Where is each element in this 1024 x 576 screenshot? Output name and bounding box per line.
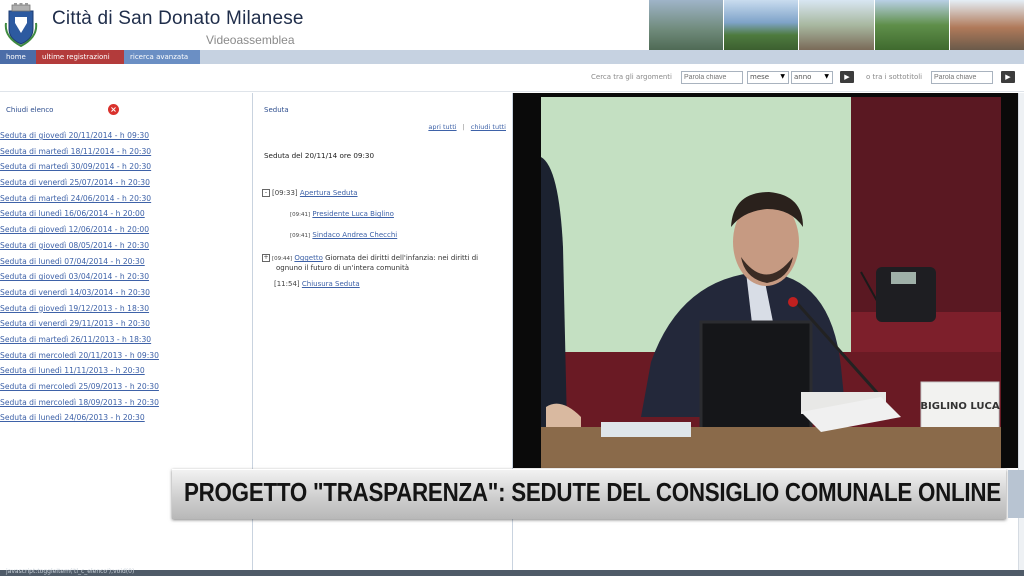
agenda-item: - [09:33] Apertura Seduta <box>262 189 358 197</box>
session-link[interactable]: Seduta di lunedì 16/06/2014 - h 20:00 <box>0 209 250 225</box>
month-select[interactable]: mese ▼ <box>747 71 789 84</box>
session-date: Seduta del 20/11/14 ore 09:30 <box>264 151 375 160</box>
session-link[interactable]: Seduta di lunedì 24/06/2013 - h 20:30 <box>0 413 250 429</box>
session-link[interactable]: Seduta di mercoledì 25/09/2013 - h 20:30 <box>0 382 250 398</box>
site-title: Città di San Donato Milanese <box>52 8 304 29</box>
header-photo-strip <box>648 0 1024 50</box>
separator: | <box>462 123 465 131</box>
play-arrow-icon: ▶ <box>1005 73 1011 81</box>
agenda-time: [09:41] <box>290 233 311 239</box>
month-select-value: mese <box>750 73 770 81</box>
session-link[interactable]: Seduta di venerdì 29/11/2013 - h 20:30 <box>0 319 250 335</box>
session-link[interactable]: Seduta di martedì 30/09/2014 - h 20:30 <box>0 162 250 178</box>
year-select-value: anno <box>794 73 812 81</box>
agenda-subitem: [09:41] Presidente Luca Biglino <box>290 210 394 218</box>
agenda-item: + [09:44] Oggetto Giornata dei diritti de… <box>262 254 478 262</box>
agenda-time: [09:44] <box>272 256 293 262</box>
expand-toggle-icon[interactable]: + <box>262 254 270 262</box>
open-all-link[interactable]: apri tutti <box>428 123 456 131</box>
year-select[interactable]: anno ▼ <box>791 71 833 84</box>
session-link[interactable]: Seduta di giovedì 19/12/2013 - h 18:30 <box>0 304 250 320</box>
nameplate-text: BIGLINO LUCA <box>920 401 999 412</box>
agenda-link[interactable]: Apertura Seduta <box>300 189 358 197</box>
status-bar: javascript:toggleItem('tl_c_elenco');voi… <box>0 568 1024 576</box>
session-link[interactable]: Seduta di giovedì 12/06/2014 - h 20:00 <box>0 225 250 241</box>
close-list-link[interactable]: Chiudi elenco <box>6 106 53 114</box>
agenda-link[interactable]: Presidente Luca Biglino <box>312 210 394 218</box>
header-photo <box>648 0 724 50</box>
video-frame: BIGLINO LUCA <box>541 97 1001 468</box>
search-subtitles-label: o tra i sottotitoli <box>866 73 923 81</box>
header-photo <box>948 0 1024 50</box>
nav-home-tab[interactable]: home <box>0 50 36 64</box>
session-link[interactable]: Seduta di venerdì 25/07/2014 - h 20:30 <box>0 178 250 194</box>
session-link[interactable]: Seduta di lunedì 07/04/2014 - h 20:30 <box>0 257 250 273</box>
header-photo <box>723 0 799 50</box>
panel-title: Seduta <box>264 106 289 114</box>
close-icon[interactable]: × <box>108 104 119 115</box>
agenda-text-continued: ognuno il futuro di un'intera comunità <box>276 264 410 272</box>
session-link[interactable]: Seduta di venerdì 14/03/2014 - h 20:30 <box>0 288 250 304</box>
session-list: Seduta di giovedì 20/11/2014 - h 09:30 S… <box>0 131 250 429</box>
site-subtitle: Videoassemblea <box>206 33 295 47</box>
session-link[interactable]: Seduta di giovedì 08/05/2014 - h 20:30 <box>0 241 250 257</box>
search-go-button[interactable]: ▶ <box>840 71 854 83</box>
session-link[interactable]: Seduta di giovedì 20/11/2014 - h 09:30 <box>0 131 250 147</box>
expand-controls: apri tutti | chiudi tutti <box>428 123 506 131</box>
agenda-time: [09:33] <box>272 189 298 197</box>
chevron-down-icon: ▼ <box>780 73 785 80</box>
caption-banner: PROGETTO "TRASPARENZA": SEDUTE DEL CONSI… <box>172 469 1006 519</box>
session-link[interactable]: Seduta di mercoledì 18/09/2013 - h 20:30 <box>0 398 250 414</box>
session-link[interactable]: Seduta di martedì 26/11/2013 - h 18:30 <box>0 335 250 351</box>
site-header: Città di San Donato Milanese Videoassemb… <box>0 0 1024 50</box>
agenda-time: [09:41] <box>290 212 311 218</box>
banner-side-block <box>1008 470 1024 518</box>
session-link[interactable]: Seduta di martedì 18/11/2014 - h 20:30 <box>0 147 250 163</box>
session-link[interactable]: Seduta di lunedì 11/11/2013 - h 20:30 <box>0 366 250 382</box>
session-link[interactable]: Seduta di giovedì 03/04/2014 - h 20:30 <box>0 272 250 288</box>
agenda-time: [11:54] <box>274 280 300 288</box>
agenda-link[interactable]: Oggetto <box>294 254 322 262</box>
keyword-input[interactable] <box>681 71 743 84</box>
nav-advanced-search-tab[interactable]: ricerca avanzata <box>124 50 200 64</box>
session-link[interactable]: Seduta di mercoledì 20/11/2013 - h 09:30 <box>0 351 250 367</box>
subtitle-search-go-button[interactable]: ▶ <box>1001 71 1015 83</box>
agenda-subitem: [09:41] Sindaco Andrea Checchi <box>290 231 397 239</box>
nav-recent-tab[interactable]: ultime registrazioni <box>36 50 124 64</box>
search-topics-label: Cerca tra gli argomenti <box>591 73 672 81</box>
play-arrow-icon: ▶ <box>844 73 850 81</box>
session-link[interactable]: Seduta di martedì 24/06/2014 - h 20:30 <box>0 194 250 210</box>
chevron-down-icon: ▼ <box>824 73 829 80</box>
video-player[interactable]: BIGLINO LUCA <box>513 93 1018 468</box>
header-photo <box>798 0 874 50</box>
coat-of-arms-icon[interactable] <box>3 3 39 48</box>
agenda-text: Giornata dei diritti dell'infanzia: nei … <box>325 254 479 262</box>
close-all-link[interactable]: chiudi tutti <box>471 123 506 131</box>
collapse-toggle-icon[interactable]: - <box>262 189 270 197</box>
agenda-item: [11:54] Chiusura Seduta <box>274 280 360 288</box>
header-photo <box>873 0 949 50</box>
agenda-link[interactable]: Chiusura Seduta <box>302 280 360 288</box>
caption-text: PROGETTO "TRASPARENZA": SEDUTE DEL CONSI… <box>184 477 1001 507</box>
subtitle-keyword-input[interactable] <box>931 71 993 84</box>
main-nav: home ultime registrazioni ricerca avanza… <box>0 50 1024 64</box>
search-bar: Cerca tra gli argomenti mese ▼ anno ▼ ▶ o … <box>0 64 1024 92</box>
agenda-link[interactable]: Sindaco Andrea Checchi <box>312 231 397 239</box>
status-url: javascript:toggleItem('tl_c_elenco');voi… <box>6 568 135 575</box>
